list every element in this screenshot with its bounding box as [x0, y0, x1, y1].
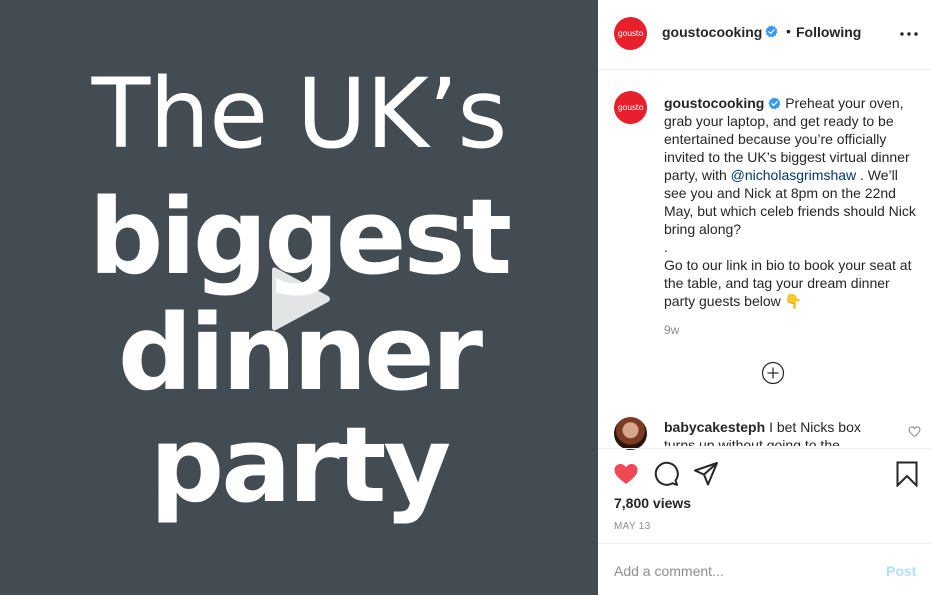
avatar[interactable]: gousto: [614, 17, 647, 50]
verified-badge-icon: [768, 97, 781, 110]
media-text-line-4: party: [149, 404, 451, 526]
caption-avatar[interactable]: gousto: [614, 91, 647, 124]
add-comment-input[interactable]: [614, 561, 864, 581]
comment-username[interactable]: babycakesteph: [664, 419, 765, 435]
add-comment-bar: Post: [598, 543, 931, 595]
comment-item: babycakesteph I bet Nicks box turns up w…: [664, 418, 894, 446]
post-comment-button[interactable]: Post: [886, 563, 916, 579]
post-actions: 7,800 views MAY 13: [598, 448, 931, 543]
verified-badge-icon: [765, 25, 778, 38]
pointing-down-emoji: 👇: [784, 293, 803, 309]
share-direct-icon[interactable]: [693, 461, 719, 487]
post-details-pane: gousto goustocooking • Following gousto …: [598, 0, 931, 595]
post-header: gousto goustocooking • Following: [598, 0, 931, 70]
caption-username[interactable]: goustocooking: [664, 95, 764, 111]
post-caption: goustocooking Preheat your oven, grab yo…: [664, 94, 924, 310]
play-icon[interactable]: [262, 262, 336, 336]
post-media[interactable]: The UK’s biggest dinner party: [0, 0, 598, 595]
header-username[interactable]: goustocooking: [662, 24, 762, 40]
media-text-line-1: The UK’s: [91, 58, 508, 170]
caption-mention-link[interactable]: @nicholasgrimshaw: [731, 167, 856, 183]
like-heart-icon[interactable]: [613, 461, 639, 487]
following-button[interactable]: Following: [796, 24, 861, 40]
comment-like-heart-icon[interactable]: [908, 425, 921, 438]
comment-avatar[interactable]: [614, 417, 647, 450]
separator-dot: •: [786, 23, 791, 39]
load-more-comments-icon[interactable]: [761, 361, 785, 385]
bookmark-icon[interactable]: [894, 461, 920, 487]
caption-separator: .: [664, 239, 668, 255]
views-count[interactable]: 7,800 views: [614, 495, 691, 511]
comment-bubble-icon[interactable]: [653, 461, 679, 487]
post-date[interactable]: MAY 13: [614, 521, 650, 532]
caption-time-ago[interactable]: 9w: [664, 323, 679, 337]
more-horizontal-icon[interactable]: [898, 26, 920, 42]
